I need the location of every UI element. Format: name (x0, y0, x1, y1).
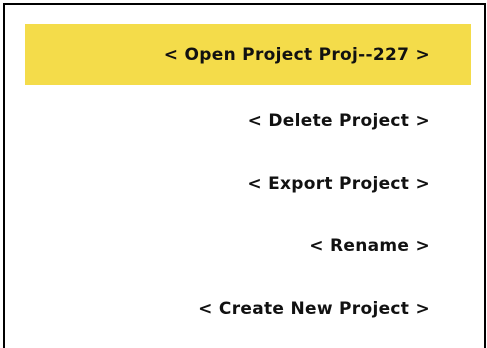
open-project-menu-item[interactable]: < Open Project Proj--227 > (25, 24, 471, 85)
project-menu-panel: < Open Project Proj--227 > < Delete Proj… (3, 3, 486, 348)
create-new-project-menu-item[interactable]: < Create New Project > (25, 278, 471, 339)
rename-menu-item[interactable]: < Rename > (25, 215, 471, 276)
delete-project-menu-item[interactable]: < Delete Project > (25, 90, 471, 151)
export-project-menu-item[interactable]: < Export Project > (25, 153, 471, 214)
